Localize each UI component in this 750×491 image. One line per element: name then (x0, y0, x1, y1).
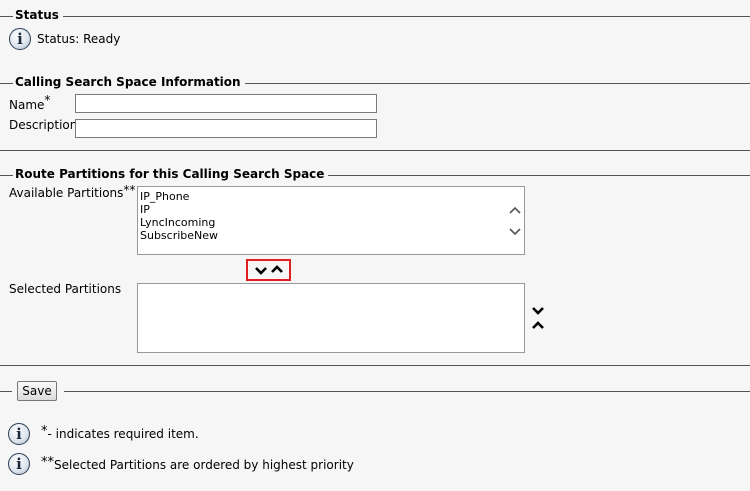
required-note-text: - indicates required item. (47, 427, 199, 441)
description-input[interactable] (75, 119, 377, 138)
description-label: Description (9, 118, 78, 132)
priority-marker: ** (41, 455, 54, 470)
info-icon: i (9, 28, 31, 50)
list-item[interactable]: IP (138, 203, 524, 216)
available-partitions-label: Available Partitions** (9, 183, 136, 200)
chevron-up-icon[interactable] (531, 320, 545, 331)
list-item[interactable]: SubscribeNew (138, 229, 524, 242)
css-info-legend: Calling Search Space Information (7, 75, 245, 89)
divider (64, 391, 750, 392)
name-input[interactable] (75, 94, 377, 113)
info-icon: i (8, 423, 30, 445)
priority-note-text: Selected Partitions are ordered by highe… (54, 458, 354, 472)
list-item[interactable]: IP_Phone (138, 190, 524, 203)
priority-marker: ** (123, 183, 136, 197)
available-partitions-label-text: Available Partitions (9, 186, 124, 200)
partitions-legend: Route Partitions for this Calling Search… (7, 167, 329, 181)
required-note: *- indicates required item. (41, 424, 199, 442)
chevron-down-icon[interactable] (531, 305, 545, 316)
required-marker: * (44, 93, 51, 107)
chevron-up-icon[interactable] (270, 264, 284, 275)
info-icon: i (8, 453, 30, 475)
name-label-text: Name (9, 98, 45, 112)
selected-partitions-label: Selected Partitions (9, 282, 122, 296)
priority-note: **Selected Partitions are ordered by hig… (41, 455, 354, 473)
required-marker: * (41, 424, 48, 439)
save-button[interactable]: Save (17, 381, 57, 401)
scroll-up-icon[interactable] (508, 205, 522, 215)
list-item[interactable]: LyncIncoming (138, 216, 524, 229)
selected-partitions-list[interactable] (137, 283, 525, 353)
scroll-down-icon[interactable] (508, 227, 522, 237)
name-label: Name* (9, 93, 50, 112)
status-text: Status: Ready (37, 32, 121, 46)
divider (0, 391, 12, 392)
chevron-down-icon[interactable] (254, 265, 268, 276)
move-buttons-group (246, 259, 291, 281)
available-partitions-list[interactable]: IP_Phone IP LyncIncoming SubscribeNew (137, 186, 525, 255)
status-legend: Status (7, 8, 63, 22)
